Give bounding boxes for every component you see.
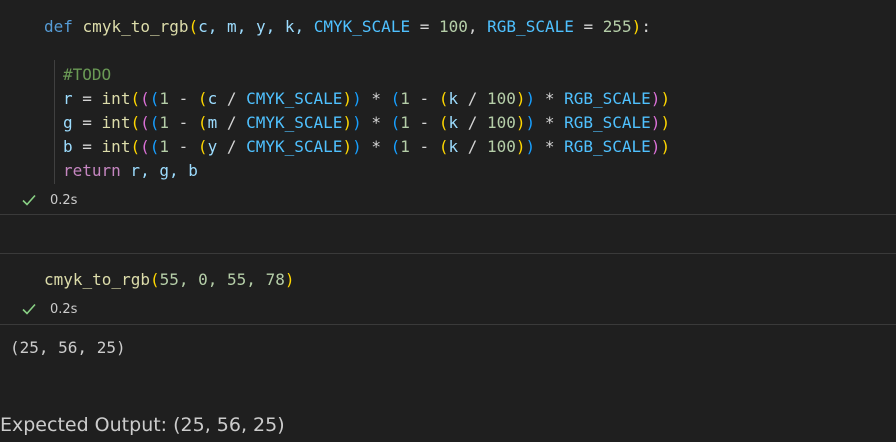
rgb-scale-param: RGB_SCALE	[487, 17, 574, 36]
code-line-def[interactable]: def cmyk_to_rgb(c, m, y, k, CMYK_SCALE =…	[44, 15, 651, 39]
rgb-default: 255	[602, 17, 632, 36]
cmyk-default: 100	[438, 17, 468, 36]
code-line-r[interactable]: r = int(((1 - (c / CMYK_SCALE)) * (1 - (…	[63, 87, 670, 111]
exec-time: 0.2s	[50, 192, 78, 208]
return-keyword: return	[63, 161, 121, 180]
todo-comment: #TODO	[63, 65, 112, 84]
notebook-page: def cmyk_to_rgb(c, m, y, k, CMYK_SCALE =…	[0, 0, 896, 442]
code-line-return[interactable]: return r, g, b	[63, 159, 198, 183]
code-line-call[interactable]: cmyk_to_rgb(55, 0, 55, 78)	[44, 268, 294, 292]
code-cell-2[interactable]: cmyk_to_rgb(55, 0, 55, 78) 0.2s	[0, 253, 896, 325]
indent-guide	[54, 60, 55, 184]
code-cell-1[interactable]: def cmyk_to_rgb(c, m, y, k, CMYK_SCALE =…	[0, 0, 896, 215]
def-keyword: def	[44, 17, 73, 36]
code-line-b[interactable]: b = int(((1 - (y / CMYK_SCALE)) * (1 - (…	[63, 135, 670, 159]
exec-status-1: 0.2s	[20, 191, 77, 209]
params: c, m, y, k,	[198, 17, 314, 36]
function-name: cmyk_to_rgb	[82, 17, 189, 36]
expected-output: Expected Output: (25, 56, 25)	[0, 414, 285, 436]
check-icon	[22, 194, 36, 206]
code-line-todo[interactable]: #TODO	[63, 63, 111, 87]
function-call: cmyk_to_rgb	[44, 270, 150, 289]
check-icon	[22, 303, 36, 315]
cmyk-scale-param: CMYK_SCALE	[313, 17, 411, 36]
exec-status-2: 0.2s	[20, 300, 77, 318]
call-args: 55, 0, 55, 78	[159, 270, 285, 289]
exec-time: 0.2s	[50, 301, 78, 317]
code-line-g[interactable]: g = int(((1 - (m / CMYK_SCALE)) * (1 - (…	[63, 111, 670, 135]
cell-output: (25, 56, 25)	[10, 338, 126, 357]
